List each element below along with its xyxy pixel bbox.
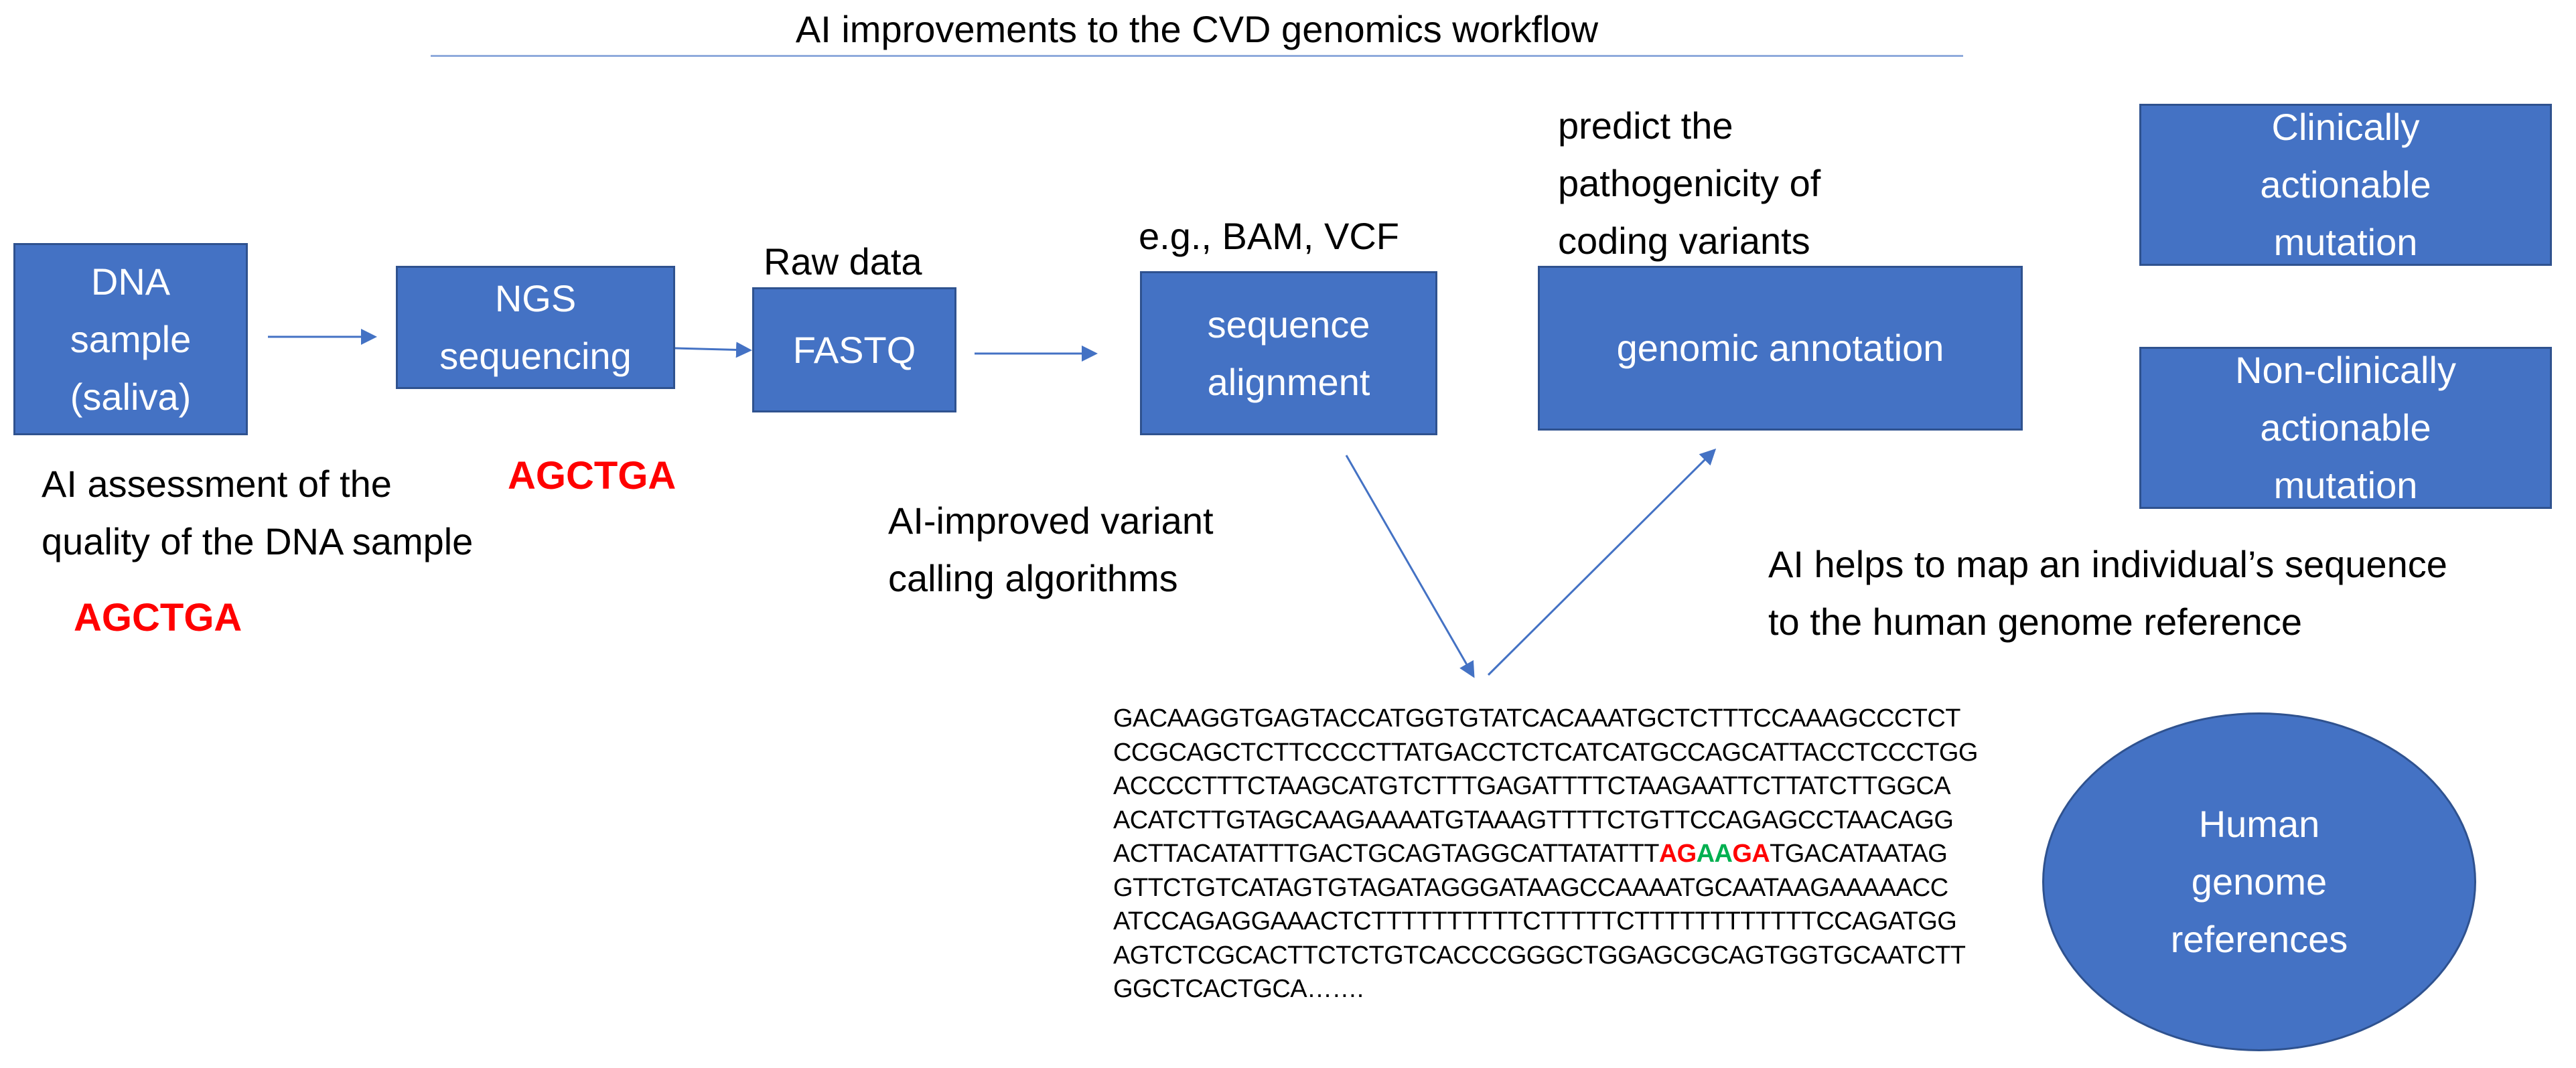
variant-highlight-red: GA bbox=[1732, 840, 1770, 868]
sequence-alignment-box: sequence alignment bbox=[1140, 271, 1437, 435]
sequence-line: GACAAGGTGAGTACCATGGTGTATCACAAATGCTCTTTCC… bbox=[1113, 704, 1960, 733]
arrow-ngs-to-fastq bbox=[674, 341, 752, 358]
ai-variant-calling-label: AI-improved variant calling algorithms bbox=[888, 500, 1214, 599]
sequence-line: ACCCCTTTCTAAGCATGTCTTTGAGATTTTCTAAGAATTC… bbox=[1113, 772, 1951, 800]
clinically-actionable-box: Clinically actionable mutation bbox=[2139, 104, 2552, 266]
arrow-sequence-to-annotation bbox=[1487, 448, 1717, 676]
human-genome-references-ellipse: Human genome references bbox=[2042, 712, 2476, 1051]
raw-data-label: Raw data bbox=[764, 240, 922, 283]
variant-highlight-green: AA bbox=[1696, 840, 1733, 868]
non-clinically-actionable-box: Non-clinically actionable mutation bbox=[2139, 347, 2552, 509]
predict-pathogenicity-label: predict the pathogenicity of coding vari… bbox=[1558, 104, 1821, 262]
variant-highlight-red: AG bbox=[1658, 840, 1697, 868]
diagram-title: AI improvements to the CVD genomics work… bbox=[795, 8, 1599, 50]
file-formats-label: e.g., BAM, VCF bbox=[1139, 215, 1399, 257]
sequence-line: GTTCTGTCATAGTGTAGATAGGGATAAGCCAAAATGCAAT… bbox=[1113, 873, 1948, 902]
sample-dna-sequence-snippet: AGCTGA bbox=[74, 596, 242, 639]
ngs-dna-sequence-snippet: AGCTGA bbox=[508, 454, 676, 498]
title-underline bbox=[431, 55, 1963, 57]
dna-sequence-block: GACAAGGTGAGTACCATGGTGTATCACAAATGCTCTTTCC… bbox=[1113, 702, 1978, 1006]
ngs-sequencing-box: NGS sequencing bbox=[396, 266, 675, 389]
ai-mapping-label: AI helps to map an individual’s sequence… bbox=[1768, 543, 2447, 643]
sequence-line: ACATCTTGTAGCAAGAAAATGTAAAGTTTTCTGTTCCAGA… bbox=[1113, 806, 1954, 834]
arrow-alignment-to-sequence bbox=[1345, 455, 1475, 678]
sequence-line: GGCTCACTGCA……. bbox=[1113, 975, 1364, 1003]
genomic-annotation-box: genomic annotation bbox=[1538, 266, 2023, 431]
dna-sample-box: DNA sample (saliva) bbox=[13, 243, 248, 435]
sequence-line-highlighted: ACTTACATATTTGACTGCAGTAGGCATTATATTTAGAAGA… bbox=[1113, 837, 1978, 871]
ai-assessment-label: AI assessment of the quality of the DNA … bbox=[42, 463, 474, 562]
fastq-box: FASTQ bbox=[752, 287, 956, 412]
sequence-prefix: ACTTACATATTTGACTGCAGTAGGCATTATATTT bbox=[1113, 840, 1659, 868]
sequence-suffix: TGACATAATAG bbox=[1770, 840, 1948, 868]
sequence-line: CCGCAGCTCTTCCCCTTATGACCTCTCATCATGCCAGCAT… bbox=[1113, 738, 1978, 767]
sequence-line: ATCCAGAGGAAACTCTTTTTTTTTTCTTTTTCTTTTTTTT… bbox=[1113, 907, 1957, 935]
sequence-line: AGTCTCGCACTTCTCTGTCACCCGGGCTGGAGCGCAGTGG… bbox=[1113, 941, 1966, 970]
